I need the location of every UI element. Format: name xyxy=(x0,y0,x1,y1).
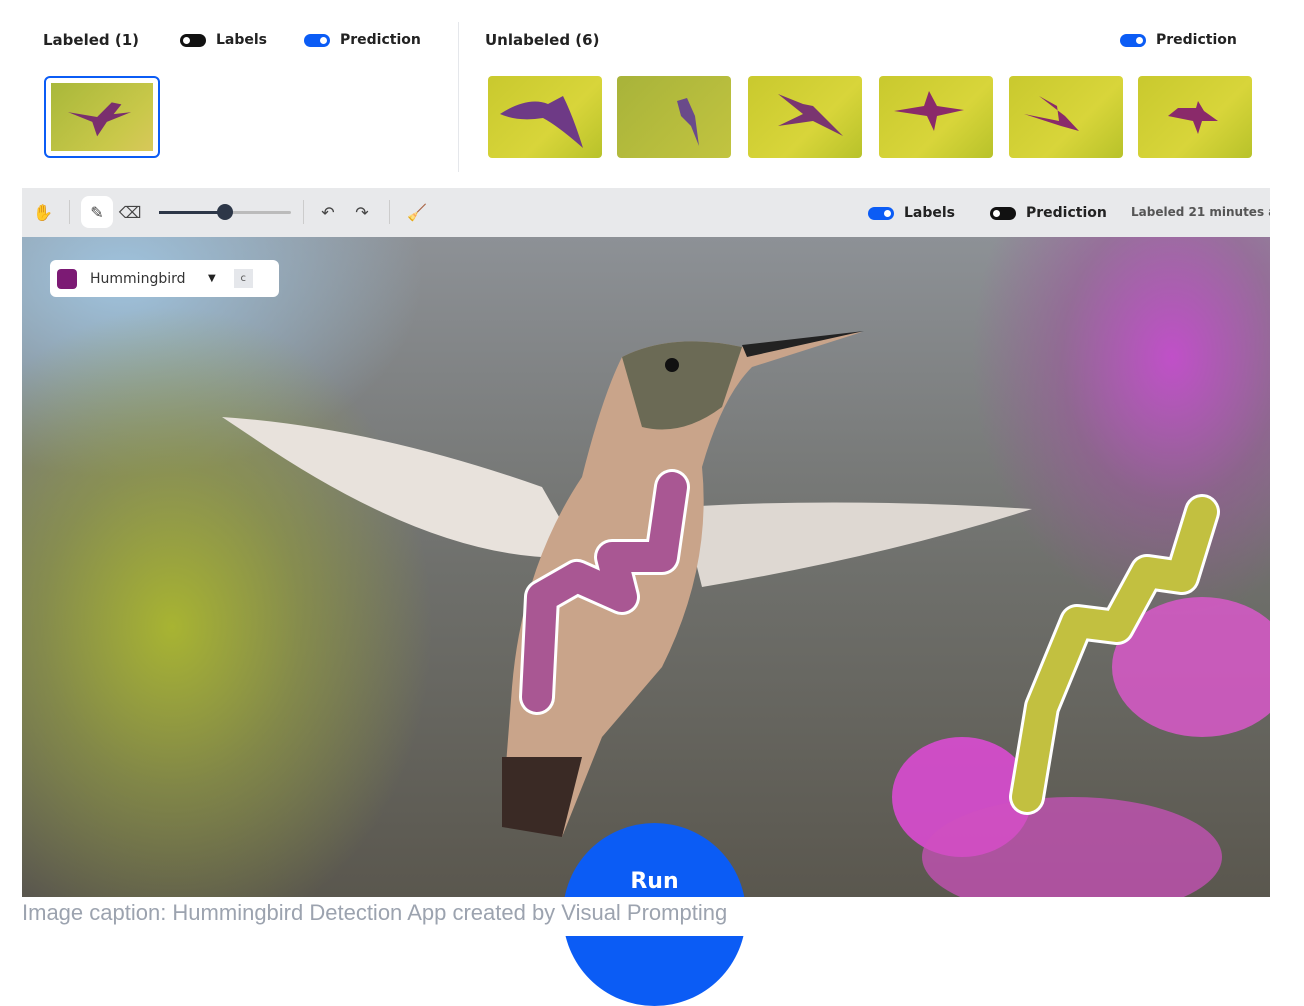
unlabeled-thumbnail[interactable] xyxy=(879,76,993,158)
unlabeled-thumbnail[interactable] xyxy=(748,76,862,158)
class-color-swatch xyxy=(57,268,77,289)
labeled-status: Labeled 21 minutes ago xyxy=(1131,205,1270,219)
labeled-thumbnail[interactable] xyxy=(44,76,160,158)
toolbar-prediction-toggle[interactable]: Prediction xyxy=(990,205,1107,221)
unlabeled-thumbnail[interactable] xyxy=(488,76,602,158)
panel-divider xyxy=(458,22,459,172)
chevron-down-icon[interactable]: ▼ xyxy=(208,273,216,284)
clear-brush-icon[interactable]: 🧹 xyxy=(401,196,433,228)
slider-fill xyxy=(159,211,223,214)
unlabeled-prediction-toggle[interactable]: Prediction xyxy=(1120,32,1237,48)
pan-hand-icon[interactable]: ✋ xyxy=(27,196,59,228)
hummingbird-thumbnail-image xyxy=(778,94,843,136)
hummingbird-thumbnail-image xyxy=(1024,96,1079,131)
unlabeled-thumbnail[interactable] xyxy=(1138,76,1252,158)
unlabeled-thumbnail[interactable] xyxy=(1009,76,1123,158)
pencil-icon[interactable]: ✎ xyxy=(81,196,113,228)
hummingbird-thumbnail-image xyxy=(68,102,132,137)
toggle-label: Prediction xyxy=(1156,32,1237,48)
toolbar-divider xyxy=(389,200,390,224)
labeled-labels-toggle[interactable]: Labels xyxy=(180,32,267,48)
toggle-switch[interactable] xyxy=(868,206,894,220)
toolbar-labels-toggle[interactable]: Labels xyxy=(868,205,955,221)
hummingbird-thumbnail-image xyxy=(894,91,964,131)
toggle-label: Prediction xyxy=(1026,205,1107,221)
labeled-title: Labeled (1) xyxy=(43,31,140,49)
hummingbird-photo xyxy=(222,331,1270,897)
hummingbird-thumbnail-image xyxy=(500,96,583,148)
class-name: Hummingbird xyxy=(90,270,186,287)
toggle-switch[interactable] xyxy=(180,33,206,47)
hummingbird-thumbnail-image xyxy=(677,98,699,146)
hummingbird-thumbnail-image xyxy=(1168,101,1218,134)
labeled-prediction-toggle[interactable]: Prediction xyxy=(304,32,421,48)
undo-icon[interactable]: ↶ xyxy=(312,196,344,228)
toggle-switch[interactable] xyxy=(304,33,330,47)
class-selector[interactable]: Hummingbird ▼ c xyxy=(50,260,279,297)
unlabeled-thumbnail[interactable] xyxy=(617,76,731,158)
toggle-switch[interactable] xyxy=(990,206,1016,220)
toggle-label: Labels xyxy=(904,205,956,221)
annotation-toolbar: ✋ ✎ ⌫ ↶ ↷ 🧹 Labels Prediction Labeled 21… xyxy=(22,188,1270,237)
toggle-label: Labels xyxy=(216,32,268,48)
redo-icon[interactable]: ↷ xyxy=(346,196,378,228)
annotation-canvas[interactable] xyxy=(22,237,1270,897)
shortcut-key-badge: c xyxy=(233,269,253,288)
toolbar-divider xyxy=(303,200,304,224)
unlabeled-title: Unlabeled (6) xyxy=(485,31,600,49)
toolbar-divider xyxy=(69,200,70,224)
toggle-label: Prediction xyxy=(340,32,421,48)
brush-size-slider[interactable] xyxy=(159,204,291,220)
toggle-switch[interactable] xyxy=(1120,33,1146,47)
image-caption: Image caption: Hummingbird Detection App… xyxy=(22,900,728,925)
eraser-icon[interactable]: ⌫ xyxy=(114,196,146,228)
slider-thumb[interactable] xyxy=(217,204,233,220)
